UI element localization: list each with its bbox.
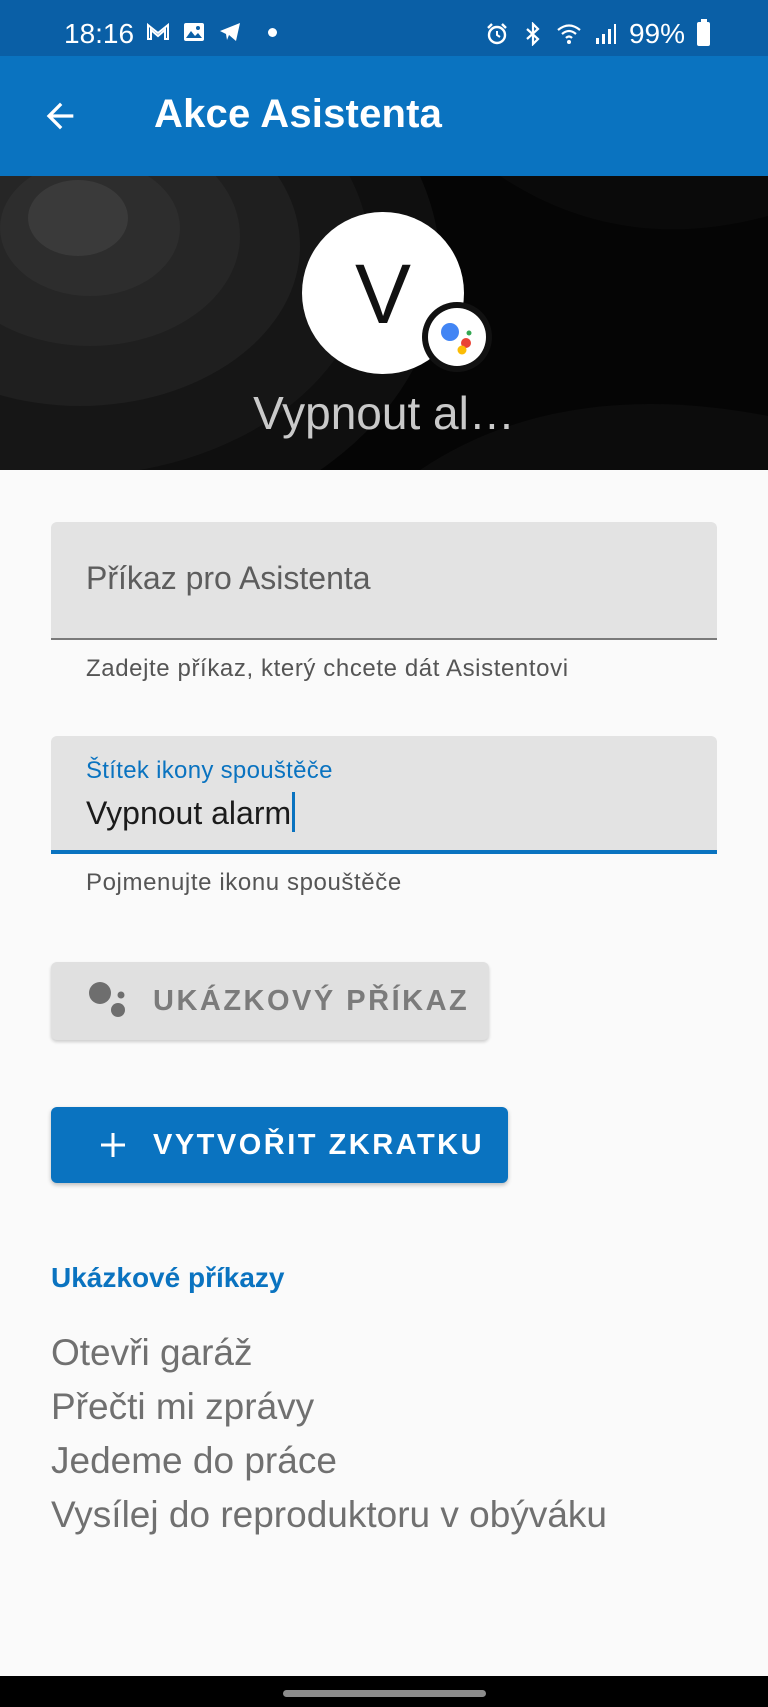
text-cursor (292, 792, 296, 832)
status-time: 18:16 (64, 18, 135, 49)
launcher-label-field-value[interactable]: Vypnout alarm (86, 792, 296, 832)
sample-command-button-label: UKÁZKOVÝ PŘÍKAZ (153, 984, 470, 1017)
example-command-item[interactable]: Přečti mi zprávy (51, 1380, 607, 1434)
avatar-letter: V (354, 246, 412, 341)
wifi-icon (557, 24, 581, 44)
bluetooth-icon (526, 22, 540, 46)
examples-title: Ukázkové příkazy (51, 1262, 285, 1293)
create-shortcut-button[interactable]: VYTVOŘIT ZKRATKU (51, 1107, 508, 1183)
launcher-label-field[interactable]: Štítek ikony spouštěče Vypnout alarm (51, 736, 717, 854)
gallery-icon (184, 23, 204, 41)
status-system-icons: 99% (485, 18, 710, 50)
shortcut-name-preview: Vypnout al… (253, 387, 515, 439)
command-field[interactable]: Příkaz pro Asistenta (51, 522, 717, 640)
example-command-item[interactable]: Otevři garáž (51, 1326, 607, 1380)
google-assistant-icon (89, 982, 125, 1017)
launcher-label-text: Vypnout alarm (86, 795, 292, 831)
create-shortcut-button-label: VYTVOŘIT ZKRATKU (153, 1128, 485, 1161)
example-command-item[interactable]: Vysílej do reproduktoru v obýváku (51, 1488, 607, 1542)
back-button[interactable] (36, 88, 84, 144)
notification-dot (268, 27, 277, 37)
gmail-icon (147, 22, 169, 40)
header-banner: V Vypnout al… (0, 176, 768, 470)
page-title: Akce Asistenta (154, 92, 443, 136)
assistant-badge (422, 302, 492, 372)
battery-percentage: 99% (628, 18, 685, 49)
example-command-item[interactable]: Jedeme do práce (51, 1434, 607, 1488)
signal-icon (595, 24, 616, 44)
sample-command-button[interactable]: UKÁZKOVÝ PŘÍKAZ (51, 962, 489, 1040)
example-commands-list: Otevři garáž Přečti mi zprávy Jedeme do … (51, 1326, 607, 1542)
home-gesture-handle[interactable] (283, 1690, 486, 1697)
command-field-placeholder: Příkaz pro Asistenta (86, 560, 371, 596)
launcher-label-field-label: Štítek ikony spouštěče (86, 757, 333, 784)
app-bar: Akce Asistenta (0, 56, 768, 176)
command-field-helper: Zadejte příkaz, který chcete dát Asisten… (86, 655, 569, 682)
battery-icon (697, 19, 710, 46)
status-notification-icons (146, 20, 277, 44)
telegram-icon (220, 23, 240, 41)
status-bar: 18:16 99% (0, 0, 768, 56)
launcher-label-field-helper: Pojmenujte ikonu spouštěče (86, 869, 402, 896)
alarm-icon (487, 23, 507, 45)
google-assistant-icon (441, 323, 472, 355)
plus-icon (101, 1133, 125, 1157)
arrow-back-icon (46, 102, 74, 130)
